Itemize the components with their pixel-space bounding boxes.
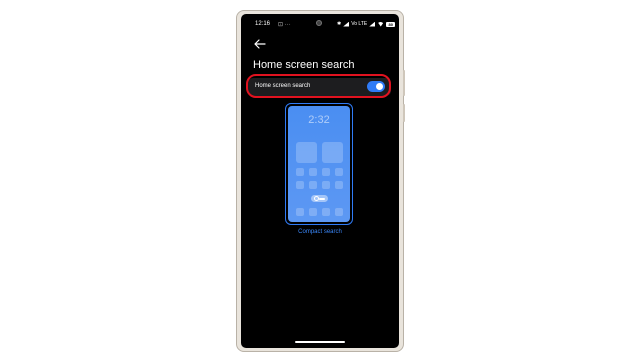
search-text-placeholder [319,198,325,200]
arrow-left-icon[interactable] [253,38,267,50]
dock-icon-placeholder [309,208,317,216]
notification-dots: ⊡ ··· [278,22,291,28]
dock-icon-placeholder [322,208,330,216]
status-time: 12:16 [255,21,271,27]
wifi-icon [377,21,385,27]
status-bar: 12:16 ⊡ ··· ✱ Vo LTE 80 [241,14,399,34]
bluetooth-icon: ✱ [337,21,342,27]
dock-icon-placeholder [296,208,304,216]
compact-search-bar [311,195,328,202]
battery-icon: 80 [386,21,396,27]
home-indicator[interactable] [295,341,345,343]
app-icon-placeholder [309,168,317,176]
app-icon-placeholder [296,168,304,176]
home-screen-preview[interactable]: 2:32 [288,106,350,222]
preview-clock: 2:32 [308,114,330,126]
phone-screen: 12:16 ⊡ ··· ✱ Vo LTE 80 Home screen sear… [241,14,399,348]
volume-button [403,104,405,122]
volte-label: Vo LTE [351,21,368,27]
toggle-highlight-annotation [246,74,391,98]
app-icon-placeholder [296,181,304,189]
app-icon-placeholder [309,181,317,189]
signal-icon [369,21,376,27]
app-icon-placeholder [322,181,330,189]
power-button [403,70,405,96]
app-icon-placeholder [335,181,343,189]
front-camera [316,20,322,26]
dock-icon-placeholder [335,208,343,216]
app-icon-placeholder [335,168,343,176]
page-title: Home screen search [253,59,355,71]
widget-placeholder [296,142,317,163]
compact-search-caption[interactable]: Compact search [241,229,399,235]
status-icons: ✱ Vo LTE 80 [337,20,396,28]
app-icon-placeholder [322,168,330,176]
widget-placeholder [322,142,343,163]
signal-icon [343,21,350,27]
